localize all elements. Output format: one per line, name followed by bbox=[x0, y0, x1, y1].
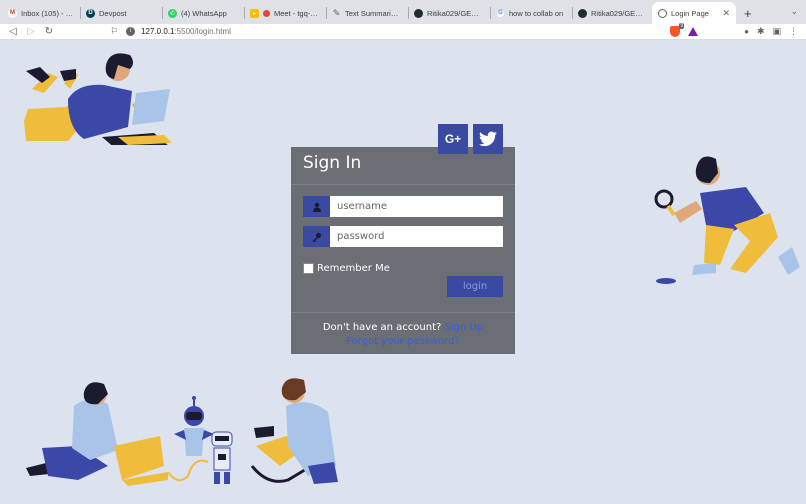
twitter-icon bbox=[479, 131, 497, 147]
username-input[interactable] bbox=[330, 196, 503, 217]
tab-login-page[interactable]: Login Page ✕ bbox=[652, 2, 736, 24]
tab-devpost[interactable]: D Devpost bbox=[80, 2, 162, 24]
signup-line: Don't have an account? Sign Up bbox=[291, 321, 515, 335]
site-info-icon[interactable]: i bbox=[126, 27, 136, 36]
social-login-buttons: G+ bbox=[438, 124, 503, 154]
tab-title: Login Page bbox=[671, 8, 709, 18]
wallet-icon[interactable]: ▣ bbox=[772, 26, 781, 37]
tab-gmail[interactable]: M Inbox (105) - ritika bbox=[2, 2, 80, 24]
gmail-icon: M bbox=[8, 8, 17, 18]
browser-tab-strip: M Inbox (105) - ritika D Devpost ✆ (4) W… bbox=[0, 0, 806, 24]
brave-shields-icon[interactable]: 9 bbox=[670, 23, 685, 37]
back-arrow-icon[interactable]: ◁ bbox=[4, 26, 22, 37]
tab-title: how to collab on bbox=[509, 8, 564, 18]
reading-person-illustration bbox=[24, 53, 172, 145]
tab-title: Ritika029/GENESIS bbox=[591, 8, 646, 18]
remember-me-checkbox[interactable] bbox=[303, 263, 314, 274]
forgot-line: Forgot your password? bbox=[291, 335, 515, 349]
brave-shields-count: 9 bbox=[679, 23, 685, 29]
login-page: G+ Sign In Remember Me bbox=[0, 41, 806, 504]
tab-meet[interactable]: ▸ Meet - tgq-xjw bbox=[244, 2, 326, 24]
tab-github-2[interactable]: Ritika029/GENESIS bbox=[572, 2, 652, 24]
google-plus-icon: G+ bbox=[444, 132, 462, 146]
devpost-icon: D bbox=[86, 8, 95, 18]
url-host: 127.0.0.1 bbox=[141, 27, 175, 36]
whatsapp-icon: ✆ bbox=[168, 8, 177, 18]
twitter-button[interactable] bbox=[473, 124, 503, 154]
forward-arrow-icon[interactable]: ▷ bbox=[22, 26, 40, 37]
address-bar[interactable]: i 127.0.0.1:5500/login.html bbox=[126, 25, 616, 39]
menu-kebab-icon[interactable]: ⋮ bbox=[789, 26, 798, 37]
meet-icon: ▸ bbox=[250, 8, 259, 18]
pen-icon: ✎ bbox=[332, 7, 341, 18]
password-field bbox=[303, 226, 503, 247]
username-field bbox=[303, 196, 503, 217]
google-icon: G bbox=[496, 8, 505, 18]
page-title: Sign In bbox=[303, 153, 362, 173]
login-card: G+ Sign In Remember Me bbox=[291, 124, 515, 354]
no-account-text: Don't have an account? bbox=[322, 322, 442, 333]
login-button[interactable]: login bbox=[447, 276, 503, 297]
tab-title: (4) WhatsApp bbox=[181, 8, 227, 18]
extensions-icon[interactable]: ✱ bbox=[757, 26, 765, 37]
tab-text-summarizer[interactable]: ✎ Text Summarizer | bbox=[326, 2, 408, 24]
remember-me[interactable]: Remember Me bbox=[303, 263, 390, 274]
tab-title: Meet - tgq-xjw bbox=[274, 8, 320, 18]
recording-icon bbox=[263, 9, 270, 17]
searching-person-illustration bbox=[654, 156, 800, 284]
tab-title: Devpost bbox=[99, 8, 127, 18]
brave-rewards-icon[interactable] bbox=[688, 27, 699, 36]
signup-link[interactable]: Sign Up bbox=[445, 322, 484, 333]
user-icon bbox=[303, 196, 330, 217]
bookmark-icon[interactable]: ⚐ bbox=[110, 26, 118, 37]
key-icon bbox=[303, 226, 330, 247]
card-footer: Don't have an account? Sign Up Forgot yo… bbox=[291, 312, 515, 354]
url-path: :5500/login.html bbox=[174, 27, 231, 36]
extension-area: 9 ● ✱ ▣ ⋮ bbox=[670, 23, 806, 37]
github-icon bbox=[578, 8, 587, 18]
tab-title: Text Summarizer | bbox=[345, 8, 402, 18]
tab-whatsapp[interactable]: ✆ (4) WhatsApp bbox=[162, 2, 244, 24]
google-plus-button[interactable]: G+ bbox=[438, 124, 468, 154]
tab-title: Ritika029/GENESIS bbox=[427, 8, 484, 18]
globe-icon bbox=[658, 8, 667, 18]
reload-icon[interactable]: ↻ bbox=[40, 26, 58, 37]
tab-github-1[interactable]: Ritika029/GENESIS bbox=[408, 2, 490, 24]
forgot-password-link[interactable]: Forgot your password? bbox=[346, 336, 459, 347]
new-tab-button[interactable]: + bbox=[736, 2, 760, 24]
remember-me-label: Remember Me bbox=[317, 263, 390, 274]
team-with-robots-illustration bbox=[26, 378, 338, 486]
tab-google-search[interactable]: G how to collab on bbox=[490, 2, 572, 24]
tab-search-chevron-icon[interactable]: ⌄ bbox=[790, 6, 798, 17]
tab-title: Inbox (105) - ritika bbox=[21, 8, 74, 18]
extension-puzzle-icon[interactable]: ● bbox=[744, 27, 749, 36]
password-input[interactable] bbox=[330, 226, 503, 247]
browser-toolbar: ◁ ▷ ↻ ⚐ i 127.0.0.1:5500/login.html 9 ● … bbox=[0, 23, 806, 40]
github-icon bbox=[414, 8, 423, 18]
close-tab-icon[interactable]: ✕ bbox=[718, 8, 730, 19]
